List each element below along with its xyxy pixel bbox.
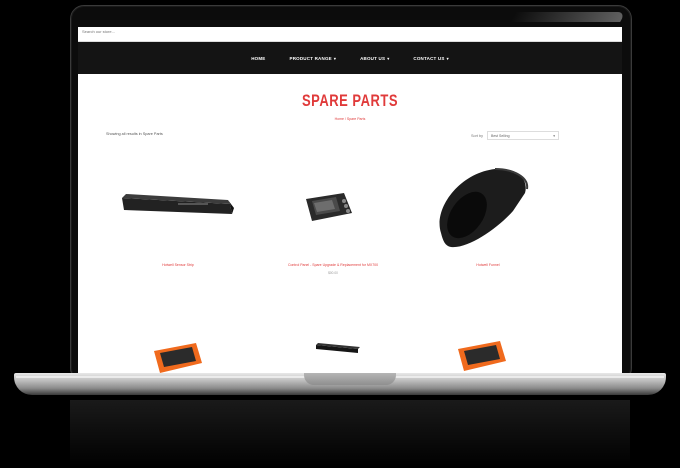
chevron-down-icon: ▾ bbox=[553, 133, 556, 138]
nav-product-range[interactable]: PRODUCT RANGE ▾ bbox=[290, 56, 337, 61]
nav-contact-us-label: CONTACT US bbox=[413, 55, 445, 61]
product-title[interactable]: Control Panel - Spare Upgrade & Replacem… bbox=[258, 263, 408, 267]
product-price: $00.00 bbox=[328, 271, 338, 275]
chevron-down-icon: ▾ bbox=[333, 55, 337, 61]
nav-contact-us[interactable]: CONTACT US ▾ bbox=[413, 56, 448, 61]
browser-screen: HOME PRODUCT RANGE▾ ABOUT US▾ CONTACT US… bbox=[78, 27, 622, 375]
product-image-orange-tray[interactable] bbox=[152, 335, 204, 375]
product-image-sensor-strip[interactable] bbox=[118, 184, 238, 224]
product-image-control-panel[interactable] bbox=[300, 187, 360, 227]
search-input[interactable] bbox=[82, 29, 282, 34]
main-nav: HOME PRODUCT RANGE ▾ ABOUT US ▾ CONTACT US… bbox=[78, 42, 622, 74]
product-title[interactable]: Hotwell Sensor Strip bbox=[118, 263, 238, 267]
product-image-black-bar[interactable] bbox=[314, 339, 364, 355]
breadcrumb[interactable]: Home / Spare Parts bbox=[78, 117, 622, 121]
product-image-orange-tray[interactable] bbox=[456, 333, 508, 373]
sort-label: Sort by bbox=[471, 133, 484, 138]
sort-value: Best Selling bbox=[491, 133, 510, 138]
sort-control: Sort by Best Selling ▾ bbox=[471, 131, 560, 140]
product-title[interactable]: Hotwell Funnel bbox=[438, 263, 538, 267]
search-bar bbox=[78, 27, 622, 42]
lid-glare bbox=[510, 12, 626, 22]
sort-select[interactable]: Best Selling ▾ bbox=[487, 131, 560, 140]
page-title: SPARE PARTS bbox=[301, 91, 399, 110]
laptop-notch bbox=[304, 373, 396, 385]
nav-home-label: HOME bbox=[251, 55, 266, 61]
nav-about-us[interactable]: ABOUT US ▾ bbox=[360, 56, 389, 61]
result-count: Showing all results in Spare Parts bbox=[106, 132, 163, 136]
nav-product-range-label: PRODUCT RANGE bbox=[289, 55, 332, 61]
chevron-down-icon: ▾ bbox=[446, 55, 449, 61]
chevron-down-icon: ▾ bbox=[387, 55, 390, 61]
nav-home[interactable]: HOME bbox=[251, 56, 265, 61]
nav-about-us-label: ABOUT US bbox=[360, 55, 386, 61]
laptop-reflection bbox=[70, 400, 630, 468]
product-image-funnel[interactable] bbox=[433, 165, 533, 255]
